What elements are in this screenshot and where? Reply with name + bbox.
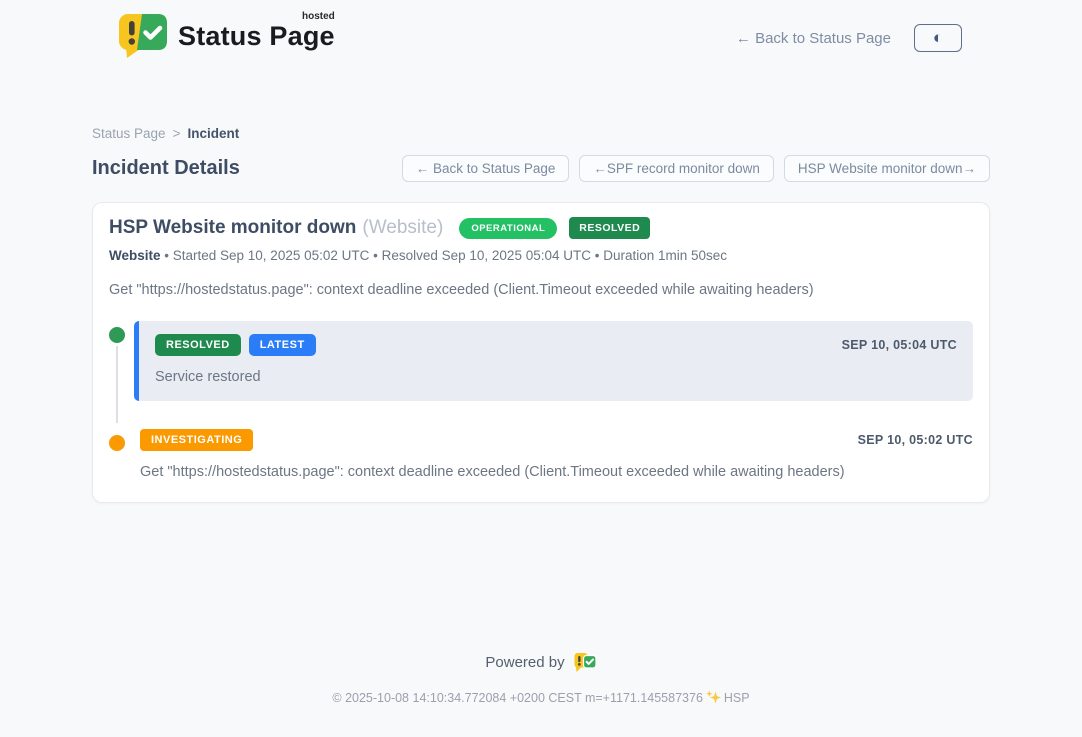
statuspage-mini-logo-icon [574,652,597,673]
back-to-status-page-button[interactable]: ← Back to Status Page [402,155,570,182]
incident-component: (Website) [362,217,443,239]
timeline-timestamp: SEP 10, 05:02 UTC [858,433,973,447]
meta-component-name: Website [109,248,161,263]
incident-title-row: HSP Website monitor down (Website) OPERA… [109,217,973,239]
timeline-entry-highlighted-box: RESOLVED LATEST SEP 10, 05:04 UTC Servic… [134,321,973,401]
brand-superscript: hosted [302,11,335,22]
resolved-status-badge: RESOLVED [155,334,241,356]
copyright-brand: HSP [724,691,750,705]
timeline-timestamp: SEP 10, 05:04 UTC [842,338,957,352]
timeline-entry-header: RESOLVED LATEST SEP 10, 05:04 UTC [155,334,957,356]
breadcrumb-separator: > [173,126,181,141]
timeline-message: Get "https://hostedstatus.page": context… [140,464,973,480]
page-title: Incident Details [92,157,240,180]
statuspage-logo-icon [118,13,168,64]
operational-badge: OPERATIONAL [459,218,557,239]
incident-title: HSP Website monitor down [109,217,356,239]
meta-details: • Started Sep 10, 2025 05:02 UTC • Resol… [161,248,728,263]
sparkles-icon [706,693,721,707]
green-status-dot [109,327,125,343]
title-row: Incident Details ← Back to Status Page ←… [92,155,990,182]
timeline-entry-resolved: RESOLVED LATEST SEP 10, 05:04 UTC Servic… [109,321,973,401]
latest-badge: LATEST [249,334,316,356]
incident-meta: Website • Started Sep 10, 2025 05:02 UTC… [109,248,973,263]
orange-status-dot [109,435,125,451]
powered-by: Powered by [0,652,1082,673]
back-to-status-page-link[interactable]: ← Back to Status Page [736,30,891,47]
next-incident-button[interactable]: HSP Website monitor down→ [784,155,990,182]
incident-nav-buttons: ← Back to Status Page ←SPF record monito… [402,155,990,182]
incident-description: Get "https://hostedstatus.page": context… [109,282,973,298]
timeline-entry-header: INVESTIGATING SEP 10, 05:02 UTC [140,429,973,451]
investigating-status-badge: INVESTIGATING [140,429,253,451]
breadcrumb-current: Incident [187,126,239,141]
incident-card: HSP Website monitor down (Website) OPERA… [92,202,990,503]
breadcrumb: Status Page > Incident [92,126,990,141]
timeline-badges: RESOLVED LATEST [155,334,316,356]
header-actions: ← Back to Status Page ◐ [736,24,962,52]
timeline-message: Service restored [155,369,957,385]
timeline-rail [109,321,134,401]
prev-incident-button[interactable]: ←SPF record monitor down [579,155,774,182]
timeline-entry-plain: INVESTIGATING SEP 10, 05:02 UTC Get "htt… [134,429,973,480]
timeline-entry-investigating: INVESTIGATING SEP 10, 05:02 UTC Get "htt… [109,429,973,480]
powered-by-label: Powered by [485,654,564,671]
footer: Powered by © 2025-10-08 14:10:34.772084 … [0,652,1082,707]
header: Status Page hosted ← Back to Status Page… [0,0,1082,62]
theme-toggle-button[interactable]: ◐ [914,24,962,52]
resolved-badge: RESOLVED [569,217,650,239]
breadcrumb-root[interactable]: Status Page [92,126,166,141]
copyright-text: © 2025-10-08 14:10:34.772084 +0200 CEST … [332,691,703,705]
half-circle-contrast-icon: ◐ [933,29,943,46]
main-content: Status Page > Incident Incident Details ← … [92,126,990,503]
statuspage-logo: Status Page hosted [118,13,335,64]
incident-timeline: RESOLVED LATEST SEP 10, 05:04 UTC Servic… [109,321,973,480]
copyright-line: © 2025-10-08 14:10:34.772084 +0200 CEST … [0,690,1082,707]
timeline-badges: INVESTIGATING [140,429,253,451]
brand-wordmark: Status Page hosted [178,13,335,52]
brand-name: Status Page [178,21,335,51]
timeline-rail [109,429,134,480]
